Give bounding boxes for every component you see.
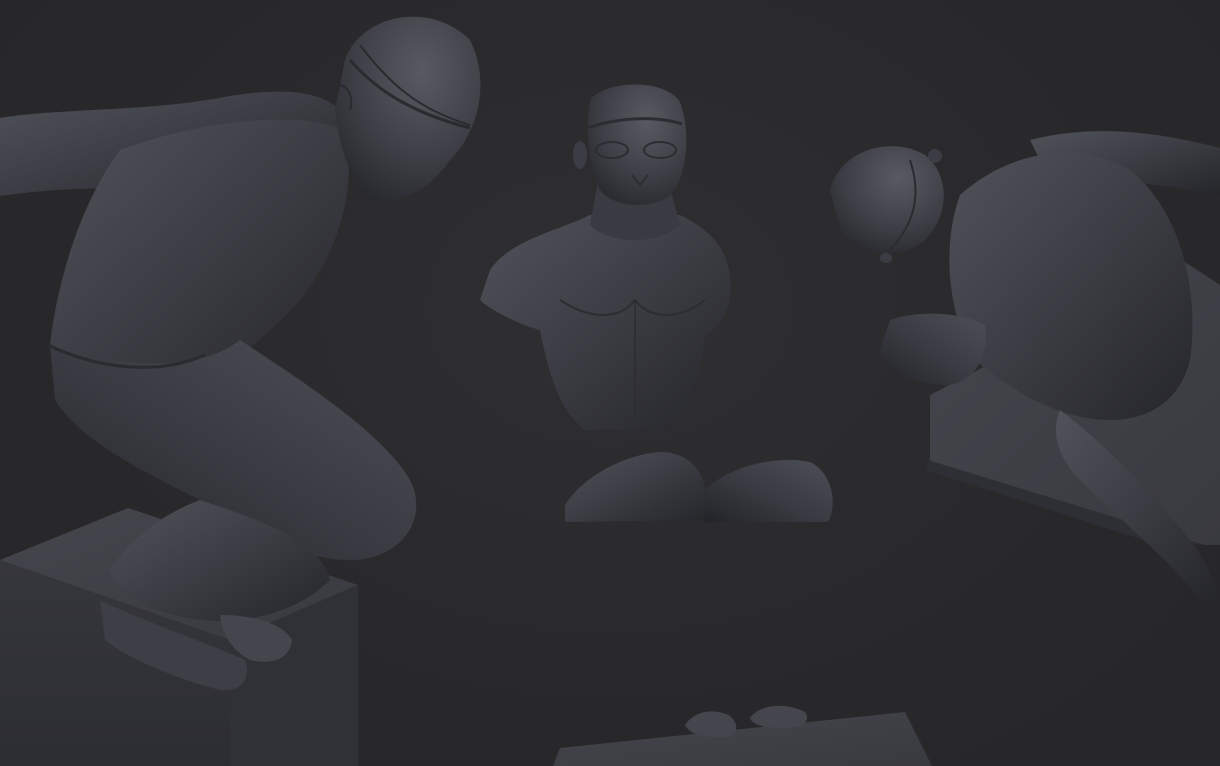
knees-fragment bbox=[565, 452, 833, 522]
hands-on-block-fragment bbox=[553, 705, 932, 766]
swimmer-bust-front-view bbox=[480, 84, 731, 430]
sculpt-scene bbox=[0, 16, 1220, 766]
crouching-swimmer-side-view bbox=[0, 16, 481, 766]
swimmer-top-view bbox=[830, 131, 1220, 600]
sculpt-viewport[interactable] bbox=[0, 0, 1220, 766]
